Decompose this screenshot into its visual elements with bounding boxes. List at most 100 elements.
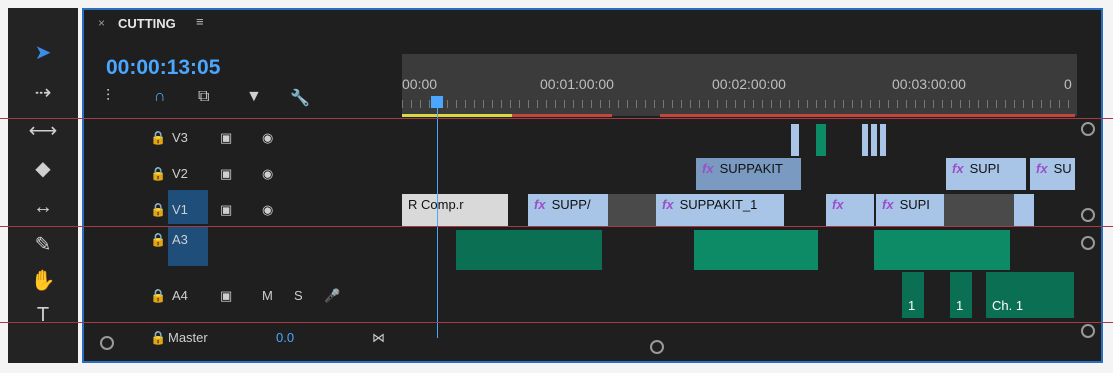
fx-badge: fx — [952, 161, 964, 176]
track-header-v1: 🔒 V1 ▣ ◉ — [144, 194, 424, 228]
ruler-label: 00:00 — [402, 76, 438, 92]
mute-button[interactable]: M — [262, 288, 273, 303]
scroll-handle[interactable] — [1081, 236, 1095, 250]
premiere-app: ➤ ⇢ ⟷ ◆ ↔ ✎ ✋ T × CUTTING ≡ 00:00:13:05 … — [0, 0, 1113, 373]
hand-tool-icon[interactable]: ✋ — [26, 266, 60, 296]
fx-badge: fx — [882, 197, 894, 212]
audio-clip[interactable]: Ch. 1 — [986, 272, 1074, 318]
selection-tool-icon[interactable]: ➤ — [26, 38, 60, 68]
lock-icon[interactable]: 🔒 — [150, 288, 166, 304]
slip-tool-icon[interactable]: ↔ — [26, 192, 60, 222]
red-guide-line — [0, 118, 1113, 119]
track-name: A3 — [172, 232, 188, 247]
video-clip[interactable] — [816, 124, 826, 156]
ruler-label: 00:03:00:00 — [892, 76, 966, 92]
clip-label: 1 — [908, 298, 916, 313]
solo-button[interactable]: S — [294, 288, 303, 303]
nest-icon[interactable]: ⫶ — [106, 88, 110, 106]
render-bar-red — [512, 114, 612, 117]
pen-tool-icon[interactable]: ✎ — [26, 230, 60, 260]
jump-end-icon[interactable]: ⋈ — [372, 330, 385, 346]
video-clip[interactable]: fx SUPP/ — [528, 194, 608, 226]
video-clip[interactable] — [791, 124, 799, 156]
clip-gap — [608, 194, 656, 226]
audio-clip[interactable]: 1 — [950, 272, 972, 318]
sync-lock-icon[interactable]: ▣ — [220, 202, 232, 218]
video-clip[interactable]: fx SUPPAKIT_1 — [656, 194, 784, 226]
clip-name: SUPPAKIT — [719, 161, 783, 176]
panel-tab: × CUTTING ≡ — [84, 10, 1101, 36]
red-guide-line — [0, 322, 1113, 323]
microphone-icon[interactable]: 🎤 — [324, 288, 340, 304]
video-clip[interactable] — [880, 124, 886, 156]
timeline-panel: × CUTTING ≡ 00:00:13:05 ⫶ ∩ ⧉ ▼ 🔧 00:00 … — [82, 8, 1103, 363]
audio-clip[interactable] — [874, 230, 1010, 270]
snap-icon[interactable]: ∩ — [154, 88, 166, 106]
scroll-handle[interactable] — [1081, 324, 1095, 338]
fx-badge: fx — [702, 161, 714, 176]
video-clip[interactable]: R Comp.r — [402, 194, 508, 226]
ruler-label: 00:01:00:00 — [540, 76, 614, 92]
lock-icon[interactable]: 🔒 — [150, 166, 166, 182]
master-volume[interactable]: 0.0 — [276, 330, 294, 345]
video-clip[interactable] — [862, 124, 868, 156]
lock-icon[interactable]: 🔒 — [150, 202, 166, 218]
sequence-title[interactable]: CUTTING — [118, 16, 176, 31]
track-name: V3 — [172, 130, 188, 145]
eye-icon[interactable]: ◉ — [262, 166, 273, 182]
lock-icon[interactable]: 🔒 — [150, 130, 166, 146]
time-ruler[interactable]: 00:00 00:01:00:00 00:02:00:00 00:03:00:0… — [402, 54, 1077, 116]
panel-menu-icon[interactable]: ≡ — [196, 14, 204, 29]
video-clip[interactable] — [1014, 194, 1034, 226]
sync-lock-icon[interactable]: ▣ — [220, 130, 232, 146]
eye-icon[interactable]: ◉ — [262, 130, 273, 146]
zoom-handle[interactable] — [100, 336, 114, 350]
zoom-handle[interactable] — [650, 340, 664, 354]
track-header-v3: 🔒 V3 ▣ ◉ — [144, 122, 424, 156]
sync-lock-icon[interactable]: ▣ — [220, 166, 232, 182]
track-select-tool-icon[interactable]: ⇢ — [26, 78, 60, 108]
render-bar-red — [660, 114, 1075, 117]
render-bar-yellow — [402, 114, 512, 117]
linked-selection-icon[interactable]: ⧉ — [198, 88, 209, 106]
ripple-edit-tool-icon[interactable]: ⟷ — [26, 116, 60, 146]
scroll-handle[interactable] — [1081, 122, 1095, 136]
clip-name: SUPP/ — [551, 197, 591, 212]
video-clip[interactable] — [871, 124, 877, 156]
clip-label: Ch. 1 — [992, 298, 1024, 313]
track-header-a3: 🔒 A3 — [144, 224, 424, 258]
red-guide-line — [0, 226, 1113, 227]
playhead-line — [437, 98, 438, 338]
fx-badge: fx — [534, 197, 546, 212]
tools-panel: ➤ ⇢ ⟷ ◆ ↔ ✎ ✋ T — [8, 8, 78, 363]
track-header-master: 🔒 Master 0.0 ⋈ — [144, 322, 424, 356]
razor-tool-icon[interactable]: ◆ — [26, 154, 60, 184]
audio-clip[interactable] — [694, 230, 818, 270]
track-header-a4: 🔒 A4 ▣ M S 🎤 — [144, 280, 424, 314]
close-tab-button[interactable]: × — [98, 16, 105, 30]
marker-icon[interactable]: ▼ — [246, 88, 262, 106]
wrench-icon[interactable]: 🔧 — [290, 88, 310, 108]
scroll-handle[interactable] — [1081, 208, 1095, 222]
lock-icon[interactable]: 🔒 — [150, 232, 166, 248]
clip-name: SU — [1053, 161, 1072, 176]
track-header-v2: 🔒 V2 ▣ ◉ — [144, 158, 424, 192]
ruler-ticks — [402, 100, 1077, 108]
video-clip[interactable]: fx SU — [1030, 158, 1075, 190]
video-clip[interactable]: fx — [826, 194, 874, 226]
audio-clip[interactable] — [456, 230, 602, 270]
timecode-display[interactable]: 00:00:13:05 — [106, 56, 220, 80]
video-clip[interactable]: fx SUPI — [946, 158, 1026, 190]
clip-name: SUPI — [899, 197, 930, 212]
video-clip[interactable]: fx SUPI — [876, 194, 944, 226]
sync-lock-icon[interactable]: ▣ — [220, 288, 232, 304]
type-tool-icon[interactable]: T — [26, 300, 60, 330]
timeline-controls: ⫶ ∩ ⧉ ▼ 🔧 — [106, 88, 316, 112]
lock-icon[interactable]: 🔒 — [150, 330, 166, 346]
clip-label: 1 — [956, 298, 964, 313]
eye-icon[interactable]: ◉ — [262, 202, 273, 218]
video-clip[interactable]: fx SUPPAKIT — [696, 158, 801, 190]
audio-clip[interactable]: 1 — [902, 272, 924, 318]
fx-badge: fx — [832, 197, 844, 212]
clip-name: SUPI — [969, 161, 1000, 176]
